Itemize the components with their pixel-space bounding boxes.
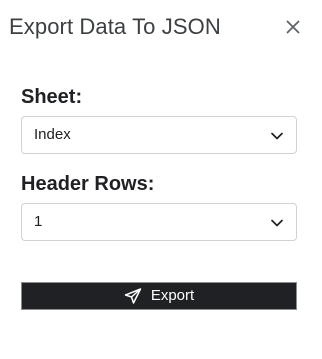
export-button[interactable]: Export: [21, 282, 297, 310]
close-button[interactable]: [280, 13, 306, 41]
export-button-label: Export: [150, 287, 195, 304]
header-rows-select-value: 1: [34, 213, 43, 230]
header-rows-select[interactable]: 1: [21, 203, 297, 241]
export-json-dialog: Export Data To JSON Sheet: Index Header …: [0, 0, 322, 359]
close-icon: [286, 20, 300, 34]
chevron-down-icon: [270, 216, 284, 228]
chevron-down-icon: [270, 129, 284, 141]
header-rows-label: Header Rows:: [21, 173, 155, 195]
sheet-label: Sheet:: [21, 86, 83, 108]
sheet-select-value: Index: [34, 126, 71, 143]
send-icon: [124, 288, 142, 304]
dialog-title: Export Data To JSON: [9, 14, 221, 39]
sheet-select[interactable]: Index: [21, 116, 297, 154]
